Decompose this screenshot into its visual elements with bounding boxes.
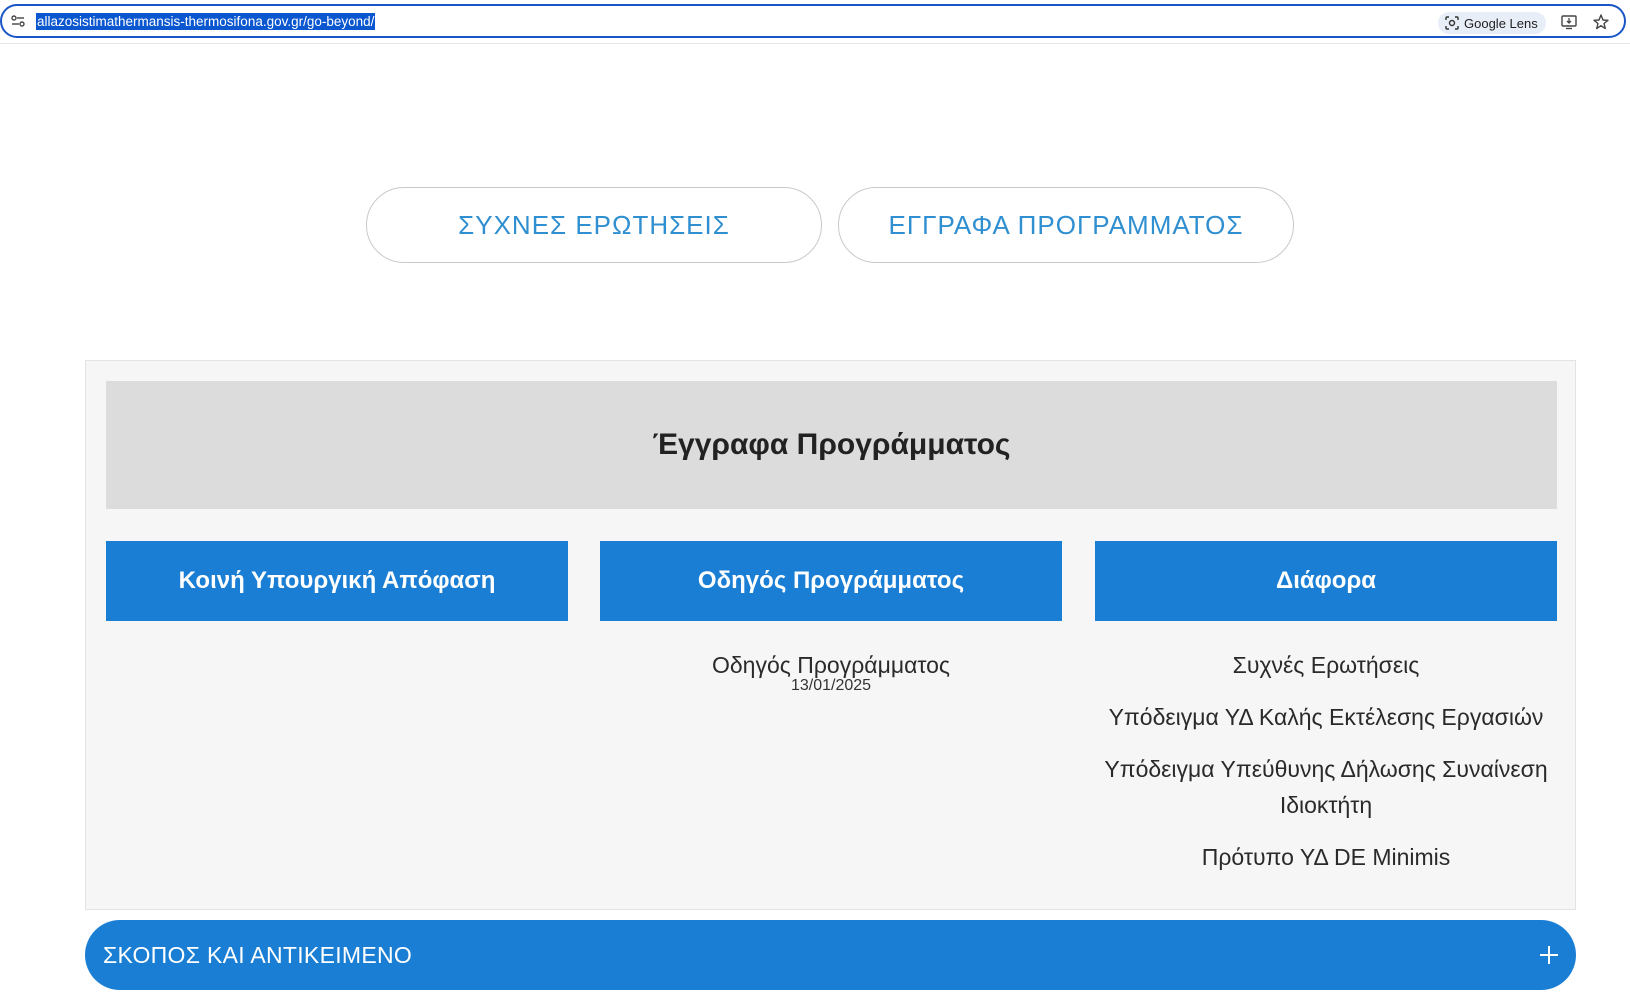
toolbar-divider — [0, 43, 1630, 44]
doc-list: Συχνές Ερωτήσεις Υπόδειγμα ΥΔ Καλής Εκτέ… — [1095, 647, 1557, 875]
plus-icon[interactable] — [1538, 944, 1560, 966]
lens-icon — [1445, 16, 1459, 30]
url-text[interactable]: allazosistimathermansis-thermosifona.gov… — [36, 13, 376, 30]
bookmark-star-icon[interactable] — [1592, 13, 1610, 31]
doc-link-faq[interactable]: Συχνές Ερωτήσεις — [1095, 647, 1557, 683]
column-heading[interactable]: Διάφορα — [1095, 541, 1557, 621]
column-program-guide: Οδηγός Προγράμματος Οδηγός Προγράμματος … — [600, 541, 1062, 695]
column-joint-ministerial-decision: Κοινή Υπουργική Απόφαση — [106, 541, 568, 647]
accordion-purpose-and-object[interactable]: ΣΚΟΠΟΣ ΚΑΙ ΑΝΤΙΚΕΙΜΕΝΟ — [85, 920, 1576, 990]
doc-list: Οδηγός Προγράμματος 13/01/2025 — [600, 647, 1062, 695]
column-heading[interactable]: Οδηγός Προγράμματος — [600, 541, 1062, 621]
doc-link-de-minimis-template[interactable]: Πρότυπο ΥΔ DE Minimis — [1095, 839, 1557, 875]
doc-link-good-execution-template[interactable]: Υπόδειγμα ΥΔ Καλής Εκτέλεσης Εργασιών — [1095, 699, 1557, 735]
column-heading[interactable]: Κοινή Υπουργική Απόφαση — [106, 541, 568, 621]
doc-date: 13/01/2025 — [790, 677, 872, 694]
section-title: Έγγραφα Προγράμματος — [106, 381, 1557, 509]
faq-button[interactable]: ΣΥΧΝΕΣ ΕΡΩΤΗΣΕΙΣ — [366, 187, 822, 263]
program-documents-button[interactable]: ΕΓΓΡΑΦΑ ΠΡΟΓΡΑΜΜΑΤΟΣ — [838, 187, 1294, 263]
column-misc: Διάφορα Συχνές Ερωτήσεις Υπόδειγμα ΥΔ Κα… — [1095, 541, 1557, 891]
address-bar[interactable]: allazosistimathermansis-thermosifona.gov… — [0, 4, 1626, 38]
lens-label: Google Lens — [1464, 15, 1538, 31]
install-app-icon[interactable] — [1560, 13, 1578, 31]
google-lens-button[interactable]: Google Lens — [1438, 12, 1546, 34]
accordion-title: ΣΚΟΠΟΣ ΚΑΙ ΑΝΤΙΚΕΙΜΕΝΟ — [103, 942, 413, 968]
program-documents-panel: Έγγραφα Προγράμματος Κοινή Υπουργική Από… — [85, 360, 1576, 910]
site-info-icon[interactable] — [10, 13, 26, 29]
doc-link-owner-consent-template[interactable]: Υπόδειγμα Υπεύθυνης Δήλωσης Συναίνεση Ιδ… — [1095, 751, 1557, 823]
